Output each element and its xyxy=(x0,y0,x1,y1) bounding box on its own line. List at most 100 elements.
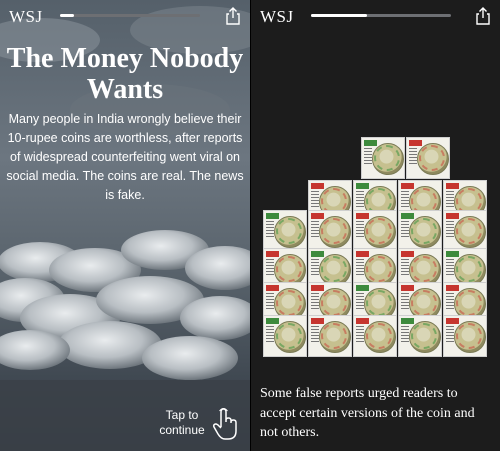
coin-ring-marking xyxy=(411,323,437,349)
wsj-logo: WSJ xyxy=(260,7,294,26)
coin-card-text-lines xyxy=(311,293,319,311)
coin-ring-marking xyxy=(321,290,347,316)
coin-card-label xyxy=(311,183,324,189)
coin-ring-marking xyxy=(276,218,302,244)
coin-ring-marking xyxy=(456,256,482,282)
coin-card-label xyxy=(311,213,324,219)
coin-ring-marking xyxy=(321,218,347,244)
wsj-logo: WSJ xyxy=(9,7,43,26)
coin-card-label xyxy=(401,285,414,291)
coin-card-label xyxy=(401,213,414,219)
coin-card-text-lines xyxy=(446,326,454,344)
coin-ring-marking xyxy=(456,323,482,349)
coin-card-label xyxy=(446,251,459,257)
coin-card-text-lines xyxy=(364,148,372,166)
story-slide-coins[interactable]: WSJ Some false reports urged readers to … xyxy=(250,0,500,451)
coin-card-label xyxy=(266,213,279,219)
coin-card-label xyxy=(266,285,279,291)
coin-ring-marking xyxy=(456,218,482,244)
coin-card xyxy=(263,210,307,252)
coin-card xyxy=(308,210,352,252)
coin-card-text-lines xyxy=(266,259,274,277)
coin-ring-marking xyxy=(276,323,302,349)
tap-to-continue-text: Tap to continue xyxy=(159,408,205,437)
coin-card-text-lines xyxy=(356,191,364,209)
coin-card xyxy=(263,315,307,357)
coin-ring-marking xyxy=(374,145,400,171)
share-icon[interactable] xyxy=(476,7,490,25)
coin-card-text-lines xyxy=(266,326,274,344)
coin-card-label xyxy=(356,318,369,324)
story-progress-fill xyxy=(311,14,367,17)
coin-card-text-lines xyxy=(266,293,274,311)
story-progress-bar xyxy=(311,14,451,17)
coin-card-text-lines xyxy=(356,326,364,344)
coin-card xyxy=(398,315,442,357)
coin-card-text-lines xyxy=(356,293,364,311)
coin-card-label xyxy=(356,183,369,189)
coin-ring-marking xyxy=(276,290,302,316)
coin-card-text-lines xyxy=(446,191,454,209)
coin-ring-marking xyxy=(321,256,347,282)
coin-card-label xyxy=(356,251,369,257)
coin-card xyxy=(308,315,352,357)
coin-ring-marking xyxy=(419,145,445,171)
coin-card-text-lines xyxy=(356,221,364,239)
tap-to-continue-label[interactable]: Tap to continue xyxy=(154,408,210,438)
story-title: The Money Nobody Wants xyxy=(6,43,244,105)
coin-ring-marking xyxy=(411,256,437,282)
coin-card-label xyxy=(401,318,414,324)
coin-ring-marking xyxy=(366,323,392,349)
coin-card xyxy=(353,210,397,252)
coin-ring-marking xyxy=(411,290,437,316)
coin-card-label xyxy=(401,251,414,257)
coin-card-label xyxy=(446,318,459,324)
coin-card-label xyxy=(266,318,279,324)
coin-card-text-lines xyxy=(446,293,454,311)
coin-card-label xyxy=(401,183,414,189)
coin-card xyxy=(353,315,397,357)
coin-card-label xyxy=(311,318,324,324)
coin-card xyxy=(398,210,442,252)
coin-card-text-lines xyxy=(401,191,409,209)
coin-card-text-lines xyxy=(401,326,409,344)
coin-card-text-lines xyxy=(356,259,364,277)
coin-card xyxy=(406,137,450,179)
coin-ring-marking xyxy=(366,256,392,282)
coin-card-label xyxy=(311,251,324,257)
story-progress-fill xyxy=(60,14,74,17)
coin-card-label xyxy=(266,251,279,257)
coin-card-text-lines xyxy=(401,293,409,311)
tap-hand-icon xyxy=(212,408,237,440)
coin-card-text-lines xyxy=(311,326,319,344)
coin-card-label xyxy=(311,285,324,291)
coin-card-text-lines xyxy=(401,221,409,239)
coin-card-text-lines xyxy=(266,221,274,239)
coin-card xyxy=(443,210,487,252)
coin-card-text-lines xyxy=(446,259,454,277)
coin-card-label xyxy=(446,213,459,219)
coin-ring-marking xyxy=(276,256,302,282)
coin-card-label xyxy=(409,140,422,146)
story-viewer: WSJ The Money Nobody Wants Many people i… xyxy=(0,0,500,451)
coin-card-text-lines xyxy=(446,221,454,239)
coin-card xyxy=(361,137,405,179)
coin-ring-marking xyxy=(321,323,347,349)
story-slide-intro[interactable]: WSJ The Money Nobody Wants Many people i… xyxy=(0,0,250,451)
coin-ring-marking xyxy=(366,218,392,244)
coin-ring-marking xyxy=(411,218,437,244)
story-progress-bar xyxy=(60,14,200,17)
coin-card-text-lines xyxy=(311,221,319,239)
coin-card-text-lines xyxy=(409,148,417,166)
coin-card xyxy=(443,315,487,357)
coin-card-text-lines xyxy=(311,259,319,277)
coin-ring-marking xyxy=(456,290,482,316)
share-icon[interactable] xyxy=(226,7,240,25)
coin-ring-marking xyxy=(366,290,392,316)
coin-card-label xyxy=(356,285,369,291)
story-intro-text: Many people in India wrongly believe the… xyxy=(6,112,244,202)
coin-card-label xyxy=(356,213,369,219)
slide-caption: Some false reports urged readers to acce… xyxy=(260,386,475,440)
coin-card-label xyxy=(446,285,459,291)
coin-card-label xyxy=(364,140,377,146)
